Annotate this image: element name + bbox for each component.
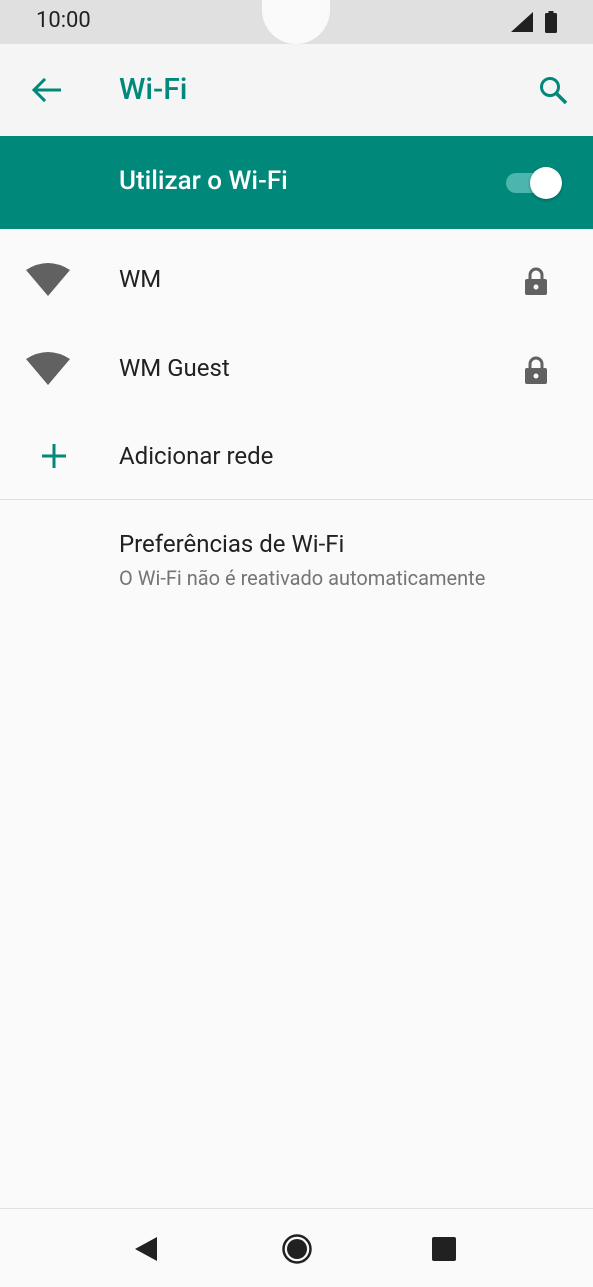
wifi-toggle[interactable] [506,167,562,199]
back-button[interactable] [26,70,66,110]
signal-icon [511,12,533,32]
network-item-wm-guest[interactable]: WM Guest [0,324,593,412]
app-bar: Wi-Fi [0,44,593,136]
page-title: Wi-Fi [119,72,188,107]
wifi-signal-icon [26,352,70,385]
preferences-title: Preferências de Wi-Fi [119,530,345,558]
toggle-thumb [530,167,562,199]
lock-icon [525,356,547,384]
navigation-bar [0,1208,593,1287]
wifi-master-switch-row[interactable]: Utilizar o Wi-Fi [0,136,593,229]
nav-back-button[interactable] [126,1229,166,1269]
status-bar: 10:00 [0,0,593,44]
nav-home-button[interactable] [277,1229,317,1269]
wifi-signal-icon [26,263,70,296]
network-name: WM Guest [119,354,230,382]
network-item-wm[interactable]: WM [0,235,593,323]
recents-square-icon [432,1237,456,1261]
lock-icon [525,267,547,295]
network-name: WM [119,265,162,293]
battery-icon [545,11,557,33]
status-icons [511,11,557,33]
preferences-subtitle: O Wi-Fi não é reativado automaticamente [119,566,486,590]
nav-recents-button[interactable] [424,1229,464,1269]
add-network-item[interactable]: Adicionar rede [0,412,593,500]
arrow-back-icon [31,78,61,102]
wifi-preferences-item[interactable]: Preferências de Wi-Fi O Wi-Fi não é reat… [0,510,593,602]
search-button[interactable] [533,70,573,110]
add-network-label: Adicionar rede [119,442,274,470]
status-time: 10:00 [36,8,91,33]
home-circle-icon [282,1234,312,1264]
back-triangle-icon [135,1237,157,1261]
camera-notch [262,0,330,44]
search-icon [540,77,568,105]
plus-icon [42,444,66,468]
divider [0,499,593,500]
master-switch-label: Utilizar o Wi-Fi [119,166,288,196]
